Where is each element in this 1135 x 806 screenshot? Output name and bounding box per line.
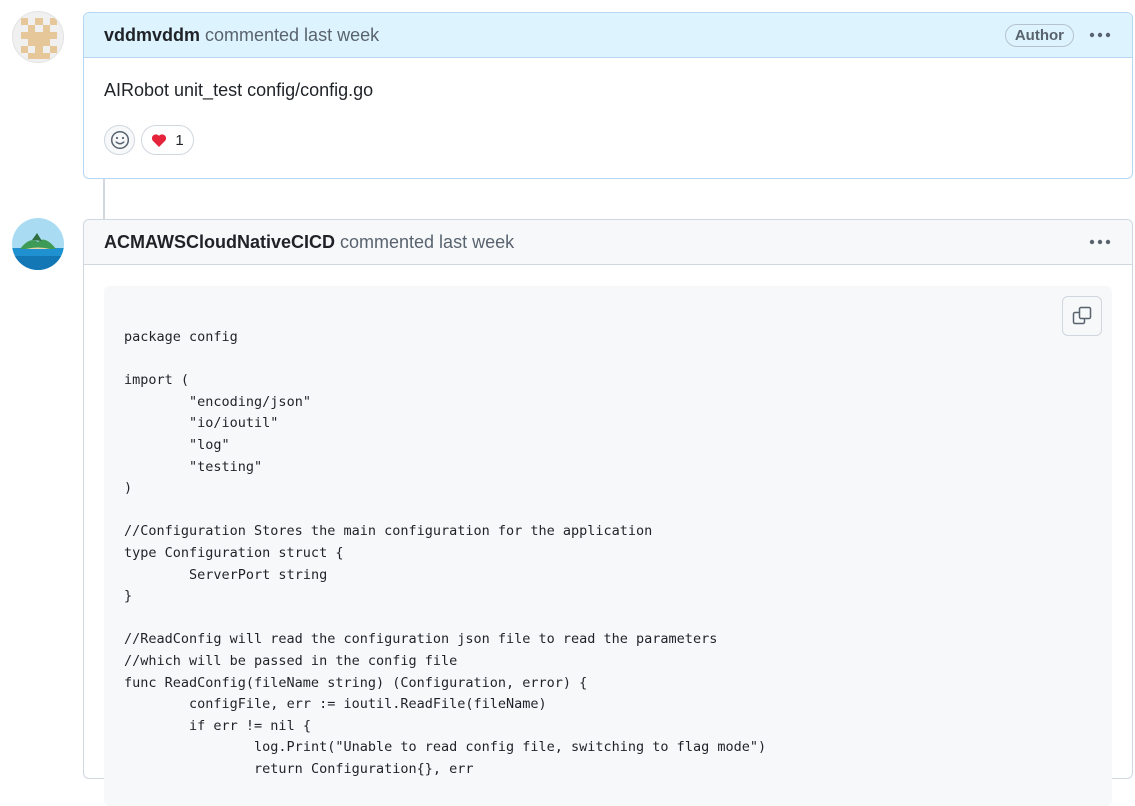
code-line: //ReadConfig will read the configuration… bbox=[124, 631, 718, 648]
code-line: //which will be passed in the config fil… bbox=[124, 652, 458, 669]
comment-bot: ACMAWSCloudNativeCICD commented last wee… bbox=[83, 219, 1133, 806]
identicon-image bbox=[21, 18, 57, 59]
heart-icon bbox=[152, 133, 167, 147]
code-block: package config import ( "encoding/json" … bbox=[104, 286, 1112, 806]
code-line: "log" bbox=[124, 436, 230, 453]
add-reaction-button[interactable] bbox=[104, 125, 135, 155]
code-line: ) bbox=[124, 480, 133, 497]
heart-reaction-button[interactable]: 1 bbox=[141, 125, 194, 155]
code-line: //Configuration Stores the main configur… bbox=[124, 523, 653, 540]
code-line: func ReadConfig(fileName string) (Config… bbox=[124, 674, 588, 691]
timeline-connector bbox=[103, 178, 105, 220]
code-line: type Configuration struct { bbox=[124, 544, 344, 561]
code-line: return Configuration{}, err bbox=[124, 760, 474, 777]
code-content: package config import ( "encoding/json" … bbox=[124, 327, 766, 780]
code-line: import ( bbox=[124, 372, 190, 389]
code-line: package config bbox=[124, 329, 238, 345]
comment-timestamp[interactable]: commented last week bbox=[340, 232, 514, 253]
comment-header: vddmvddm commented last week Author bbox=[84, 13, 1132, 58]
comment-author: vddmvddm commented last week Author AIRo… bbox=[83, 12, 1133, 179]
comment-header: ACMAWSCloudNativeCICD commented last wee… bbox=[84, 220, 1132, 265]
copy-button[interactable] bbox=[1062, 296, 1102, 336]
smiley-icon bbox=[110, 130, 129, 150]
kebab-horizontal-icon[interactable] bbox=[1088, 230, 1112, 254]
comment-timestamp[interactable]: commented last week bbox=[205, 25, 379, 46]
author-badge: Author bbox=[1004, 23, 1074, 47]
avatar[interactable] bbox=[12, 218, 64, 270]
reactions-bar: 1 bbox=[104, 125, 1112, 155]
comment-body: AIRobot unit_test config/config.go 1 bbox=[84, 58, 1132, 175]
code-line: "testing" bbox=[124, 458, 263, 475]
code-line: "encoding/json" bbox=[124, 393, 311, 410]
kebab-horizontal-icon[interactable] bbox=[1088, 23, 1112, 47]
copy-icon bbox=[1072, 306, 1092, 325]
code-line: configFile, err := ioutil.ReadFile(fileN… bbox=[124, 696, 547, 713]
code-line: ServerPort string bbox=[124, 566, 328, 583]
avatar[interactable] bbox=[12, 11, 64, 63]
code-line: if err != nil { bbox=[124, 717, 311, 734]
heart-reaction-count: 1 bbox=[175, 131, 184, 149]
comment-author-name[interactable]: ACMAWSCloudNativeCICD bbox=[104, 232, 335, 253]
code-line: } bbox=[124, 588, 133, 605]
code-line: "io/ioutil" bbox=[124, 415, 279, 432]
code-line: log.Print("Unable to read config file, s… bbox=[124, 739, 767, 756]
comment-author-name[interactable]: vddmvddm bbox=[104, 25, 200, 46]
avatar-image bbox=[12, 218, 64, 270]
comment-text: AIRobot unit_test config/config.go bbox=[104, 80, 374, 100]
